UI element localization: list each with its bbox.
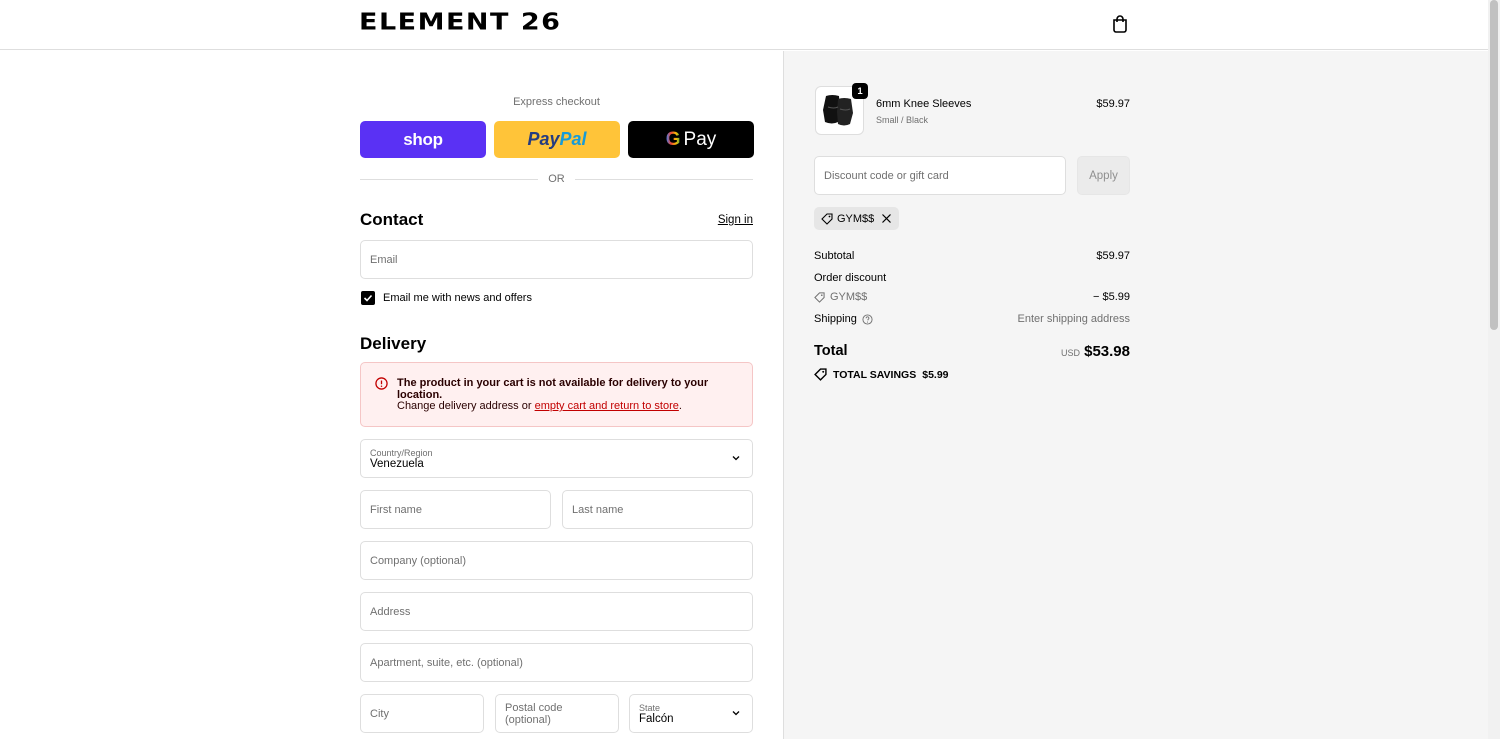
- savings-label: TOTAL SAVINGS: [833, 368, 917, 381]
- paypal-button[interactable]: Pay Pal: [494, 121, 620, 158]
- postal-code-placeholder: Postal code (optional): [505, 701, 563, 726]
- discount-value: − $5.99: [1092, 291, 1130, 303]
- discount-placeholder: Discount code or gift card: [824, 169, 949, 182]
- country-select[interactable]: Country/Region Venezuela: [360, 439, 753, 478]
- subtotal-label: Subtotal: [814, 250, 855, 262]
- tag-icon: [814, 368, 827, 381]
- currency-code: USD: [1060, 348, 1080, 358]
- address-placeholder: Address: [370, 605, 411, 618]
- header: ELEMENT 26: [0, 0, 1488, 50]
- postal-code-field[interactable]: Postal code (optional): [495, 694, 619, 733]
- first-name-placeholder: First name: [370, 503, 422, 516]
- product-variant: Small / Black: [876, 115, 929, 125]
- state-value: Falcón: [639, 712, 674, 725]
- alert-title: The product in your cart is not availabl…: [397, 377, 709, 401]
- divider-line: [575, 179, 753, 180]
- last-name-field[interactable]: Last name: [562, 490, 753, 529]
- applied-discount-chip: GYM$$: [814, 207, 899, 230]
- tag-icon: [821, 212, 833, 225]
- google-g-icon: G: [665, 128, 681, 150]
- apartment-field[interactable]: Apartment, suite, etc. (optional): [360, 643, 753, 682]
- total-value: $53.98: [1084, 343, 1130, 360]
- google-pay-button[interactable]: G Pay: [628, 121, 754, 158]
- delivery-error-alert: The product in your cart is not availabl…: [360, 362, 753, 427]
- total-label: Total: [814, 343, 848, 359]
- first-name-field[interactable]: First name: [360, 490, 551, 529]
- product-name: 6mm Knee Sleeves: [876, 98, 972, 110]
- city-field[interactable]: City: [360, 694, 484, 733]
- tag-icon: [814, 291, 825, 303]
- shipping-value: Enter shipping address: [1017, 313, 1130, 325]
- newsletter-checkbox-row[interactable]: Email me with news and offers: [361, 291, 532, 305]
- shipping-row: Shipping: [814, 313, 873, 325]
- country-label: Country/Region: [370, 447, 433, 458]
- remove-discount-icon[interactable]: [881, 213, 892, 224]
- order-summary-column: [783, 51, 1488, 739]
- applied-code: GYM$$: [837, 212, 875, 225]
- store-logo[interactable]: ELEMENT 26: [359, 9, 561, 35]
- delivery-heading: Delivery: [360, 334, 427, 353]
- quantity-badge: 1: [852, 83, 868, 99]
- city-placeholder: City: [370, 707, 389, 720]
- discount-code-input[interactable]: Discount code or gift card: [814, 156, 1066, 195]
- order-discount-label: Order discount: [814, 272, 887, 284]
- newsletter-label: Email me with news and offers: [383, 292, 532, 304]
- express-checkout-label: Express checkout: [513, 96, 600, 108]
- company-field[interactable]: Company (optional): [360, 541, 753, 580]
- product-price: $59.97: [1096, 98, 1130, 110]
- email-field[interactable]: Email: [360, 240, 753, 279]
- alert-end: .: [678, 400, 682, 412]
- paypal-label-pal: Pal: [559, 129, 587, 149]
- chevron-down-icon: [732, 456, 740, 461]
- total-savings-row: TOTAL SAVINGS $5.99: [814, 368, 949, 381]
- page-scrollbar[interactable]: [1488, 0, 1500, 739]
- discount-code-text: GYM$$: [830, 291, 868, 303]
- alert-message: Change delivery address or empty cart an…: [397, 400, 682, 412]
- newsletter-checkbox[interactable]: [361, 291, 375, 305]
- chevron-down-icon: [732, 711, 740, 716]
- state-select[interactable]: State Falcón: [629, 694, 753, 733]
- scrollbar-thumb[interactable]: [1490, 0, 1498, 330]
- address-field[interactable]: Address: [360, 592, 753, 631]
- shop-pay-button[interactable]: shop: [360, 121, 486, 158]
- empty-cart-link[interactable]: empty cart and return to store: [535, 400, 679, 412]
- apply-label: Apply: [1089, 169, 1118, 182]
- alert-text: Change delivery address or: [397, 400, 535, 412]
- or-divider: OR: [360, 173, 753, 187]
- checkmark-icon: [363, 294, 373, 302]
- shop-pay-label: shop: [403, 129, 443, 149]
- email-placeholder: Email: [370, 253, 398, 266]
- contact-heading: Contact: [360, 210, 424, 229]
- savings-value: $5.99: [922, 368, 949, 381]
- shipping-label: Shipping: [814, 313, 857, 325]
- google-pay-label: Pay: [683, 128, 717, 150]
- apply-discount-button[interactable]: Apply: [1077, 156, 1130, 195]
- discount-code-row: GYM$$: [814, 291, 867, 303]
- shopping-bag-icon[interactable]: [1110, 14, 1130, 34]
- company-placeholder: Company (optional): [370, 554, 466, 567]
- sign-in-link[interactable]: Sign in: [700, 214, 753, 226]
- alert-circle-icon: [375, 377, 388, 390]
- paypal-label-pay: Pay: [527, 129, 560, 149]
- subtotal-value: $59.97: [1096, 250, 1130, 262]
- state-label: State: [639, 702, 661, 713]
- help-circle-icon[interactable]: [862, 313, 873, 325]
- country-value: Venezuela: [370, 457, 424, 470]
- last-name-placeholder: Last name: [572, 503, 624, 516]
- apartment-placeholder: Apartment, suite, etc. (optional): [370, 656, 523, 669]
